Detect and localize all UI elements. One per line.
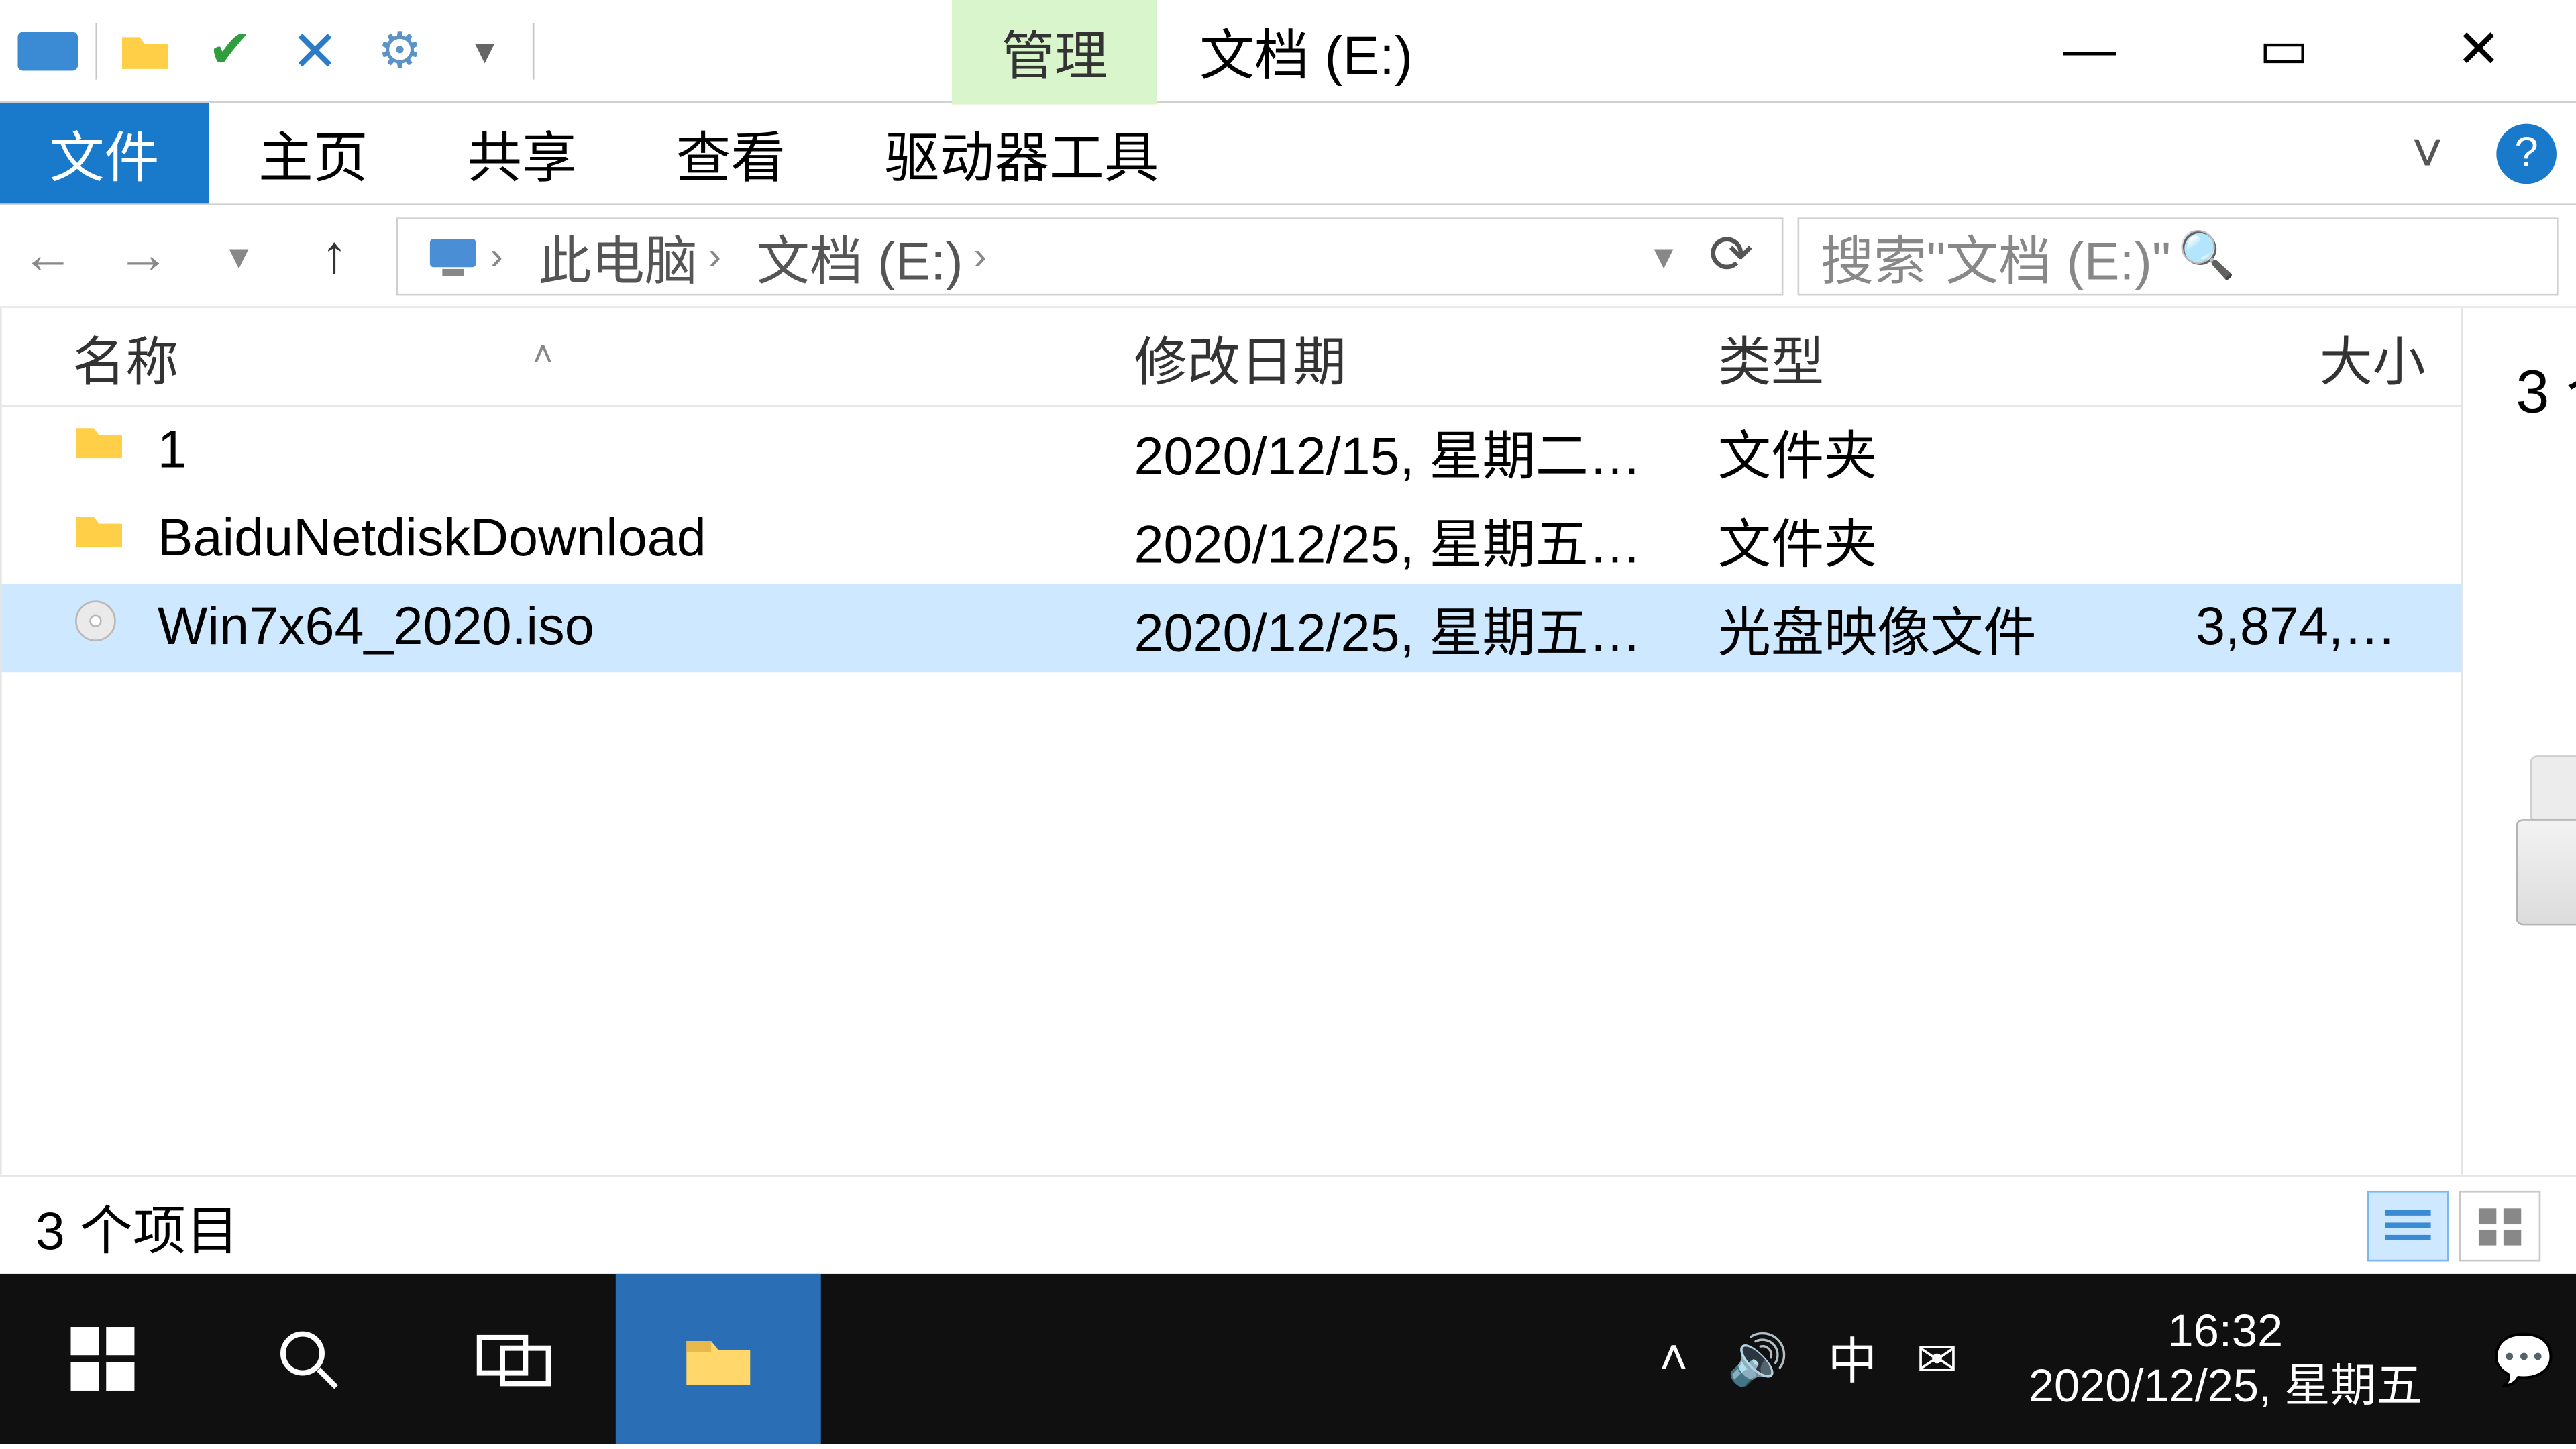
file-name: BaiduNetdiskDownload [158,510,706,570]
breadcrumb-pc[interactable]: 此电脑› [521,217,739,294]
file-date: 2020/12/25, 星期五 1... [1063,589,1647,667]
col-date[interactable]: 修改日期 [1063,317,1647,395]
taskbar-clock[interactable]: 16:32 2020/12/25, 星期五 [1996,1303,2454,1414]
ribbon-tab-view[interactable]: 查看 [627,103,835,203]
nav-up[interactable]: ↑ [286,225,382,286]
preview-pane: 3 个项目 [2461,308,2576,1175]
view-mode-icons[interactable] [2459,1190,2540,1260]
file-type: 文件夹 [1647,413,2125,490]
refresh-icon[interactable]: ⟳ [1691,225,1771,286]
breadcrumb-drive[interactable]: 文档 (E:)› [739,217,1005,294]
file-type: 文件夹 [1647,500,2125,578]
titlebar: ✔ ✕ ⚙ ▾ 管理 文档 (E:) — ▭ ✕ [0,0,2576,103]
list-header[interactable]: 名称 ˄ 修改日期 类型 大小 [2,308,2461,407]
qa-item-folder[interactable] [108,13,182,88]
search-placeholder: 搜索"文档 (E:)" [1821,217,2178,294]
sort-indicator-icon: ˄ [533,336,553,377]
folder-icon [72,421,133,482]
status-bar: 3 个项目 [0,1175,2576,1274]
breadcrumb[interactable]: › 此电脑› 文档 (E:)› ▾ ⟳ [396,217,1784,294]
col-type[interactable]: 类型 [1647,317,2125,395]
help-icon[interactable]: ? [2477,103,2576,203]
address-bar: ← → ▾ ↑ › 此电脑› 文档 (E:)› ▾ ⟳ 搜索"文档 (E:)" … [0,205,2576,308]
nav-history-dropdown[interactable]: ▾ [191,233,286,279]
qa-item-check[interactable]: ✔ [193,13,267,88]
quick-access-toolbar: ✔ ✕ ⚙ ▾ [0,0,545,101]
file-row[interactable]: Win7x64_2020.iso 2020/12/25, 星期五 1...光盘映像… [2,584,2461,672]
taskbar-explorer[interactable] [616,1274,821,1444]
col-name[interactable]: 名称 ˄ [2,317,1063,395]
file-row[interactable]: 1 2020/12/15, 星期二 1...文件夹 [2,407,2461,496]
status-text: 3 个项目 [36,1186,239,1264]
ribbon-tab-home[interactable]: 主页 [209,103,417,203]
qa-dropdown[interactable]: ▾ [447,13,522,88]
file-name: 1 [158,421,187,482]
preview-summary: 3 个项目 [2516,343,2576,430]
breadcrumb-expand[interactable]: ▾ [1636,233,1691,279]
file-name: Win7x64_2020.iso [158,598,594,658]
taskbar: ˄ 🔊 中 ✉ 16:32 2020/12/25, 星期五 💬 [0,1274,2576,1444]
ribbon-collapse[interactable]: ˅ [2378,103,2477,203]
system-tray: ˄ 🔊 中 ✉ 16:32 2020/12/25, 星期五 💬 [1659,1303,2576,1414]
window-title: 文档 (E:) [1157,0,1456,105]
ribbon-tab-file[interactable]: 文件 [0,103,209,203]
file-list: 名称 ˄ 修改日期 类型 大小 1 2020/12/15, 星期二 1...文件夹… [2,308,2461,1175]
tray-chevron[interactable]: ˄ [1659,1330,1688,1387]
iso-icon [72,598,133,658]
start-button[interactable] [0,1274,205,1444]
col-size[interactable]: 大小 [2125,317,2461,395]
taskbar-taskview[interactable] [411,1274,616,1444]
ribbon-context-tab[interactable]: 管理 [952,0,1157,103]
file-row[interactable]: BaiduNetdiskDownload 2020/12/25, 星期五 1...… [2,495,2461,584]
window-minimize[interactable]: — [1992,0,2187,102]
qa-item-close[interactable]: ✕ [278,13,352,88]
view-mode-details[interactable] [2367,1190,2449,1260]
window-close[interactable]: ✕ [2381,0,2576,102]
ribbon: 文件 主页 共享 查看 驱动器工具 ˅ ? [0,103,2576,205]
search-input[interactable]: 搜索"文档 (E:)" 🔍 [1798,217,2559,294]
tray-ime[interactable]: 中 [1828,1324,1878,1394]
file-date: 2020/12/15, 星期二 1... [1063,413,1647,490]
action-center-icon[interactable]: 💬 [2493,1330,2555,1388]
file-date: 2020/12/25, 星期五 1... [1063,500,1647,578]
ribbon-tab-share[interactable]: 共享 [417,103,626,203]
tray-sound-icon[interactable]: 🔊 [1727,1330,1789,1388]
breadcrumb-pc-icon[interactable]: › [409,233,521,279]
nav-forward[interactable]: → [95,225,191,286]
drive-icon [2516,731,2576,925]
qa-item-gear[interactable]: ⚙ [363,13,437,88]
ribbon-tab-drive-tools[interactable]: 驱动器工具 [835,103,1208,203]
tray-mail-icon[interactable]: ✉ [1916,1330,1957,1388]
file-size: 3,874,126... [2125,598,2461,658]
taskbar-search[interactable] [205,1274,411,1444]
search-icon: 🔍 [2178,228,2536,283]
window-maximize[interactable]: ▭ [2187,0,2381,102]
nav-back[interactable]: ← [0,225,95,286]
folder-icon [72,510,133,570]
file-type: 光盘映像文件 [1647,589,2125,667]
app-icon [11,13,85,88]
